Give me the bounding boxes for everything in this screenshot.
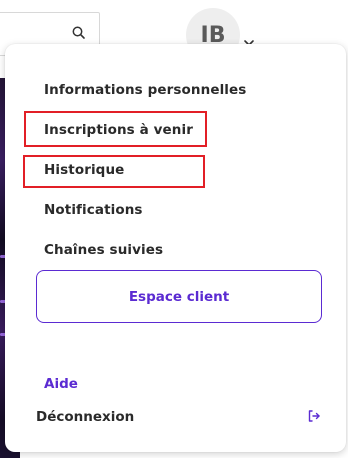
chevron-down-icon[interactable] (243, 32, 255, 46)
client-space-button[interactable]: Espace client (36, 270, 322, 323)
client-space-label: Espace client (128, 288, 230, 305)
account-dropdown-menu: Informations personnelles Inscriptions à… (5, 44, 346, 452)
logout-icon[interactable] (307, 408, 321, 422)
menu-item-personal-info[interactable]: Informations personnelles (44, 82, 246, 98)
search-icon[interactable] (71, 25, 87, 41)
help-link[interactable]: Aide (44, 376, 78, 392)
menu-item-history[interactable]: Historique (44, 162, 124, 178)
menu-item-followed-channels[interactable]: Chaînes suivies (44, 242, 163, 258)
menu-item-upcoming-registrations[interactable]: Inscriptions à venir (44, 122, 193, 138)
page: IB Informations personnelles Inscription… (0, 0, 348, 458)
logout-link[interactable]: Déconnexion (36, 409, 134, 425)
menu-item-notifications[interactable]: Notifications (44, 202, 143, 218)
